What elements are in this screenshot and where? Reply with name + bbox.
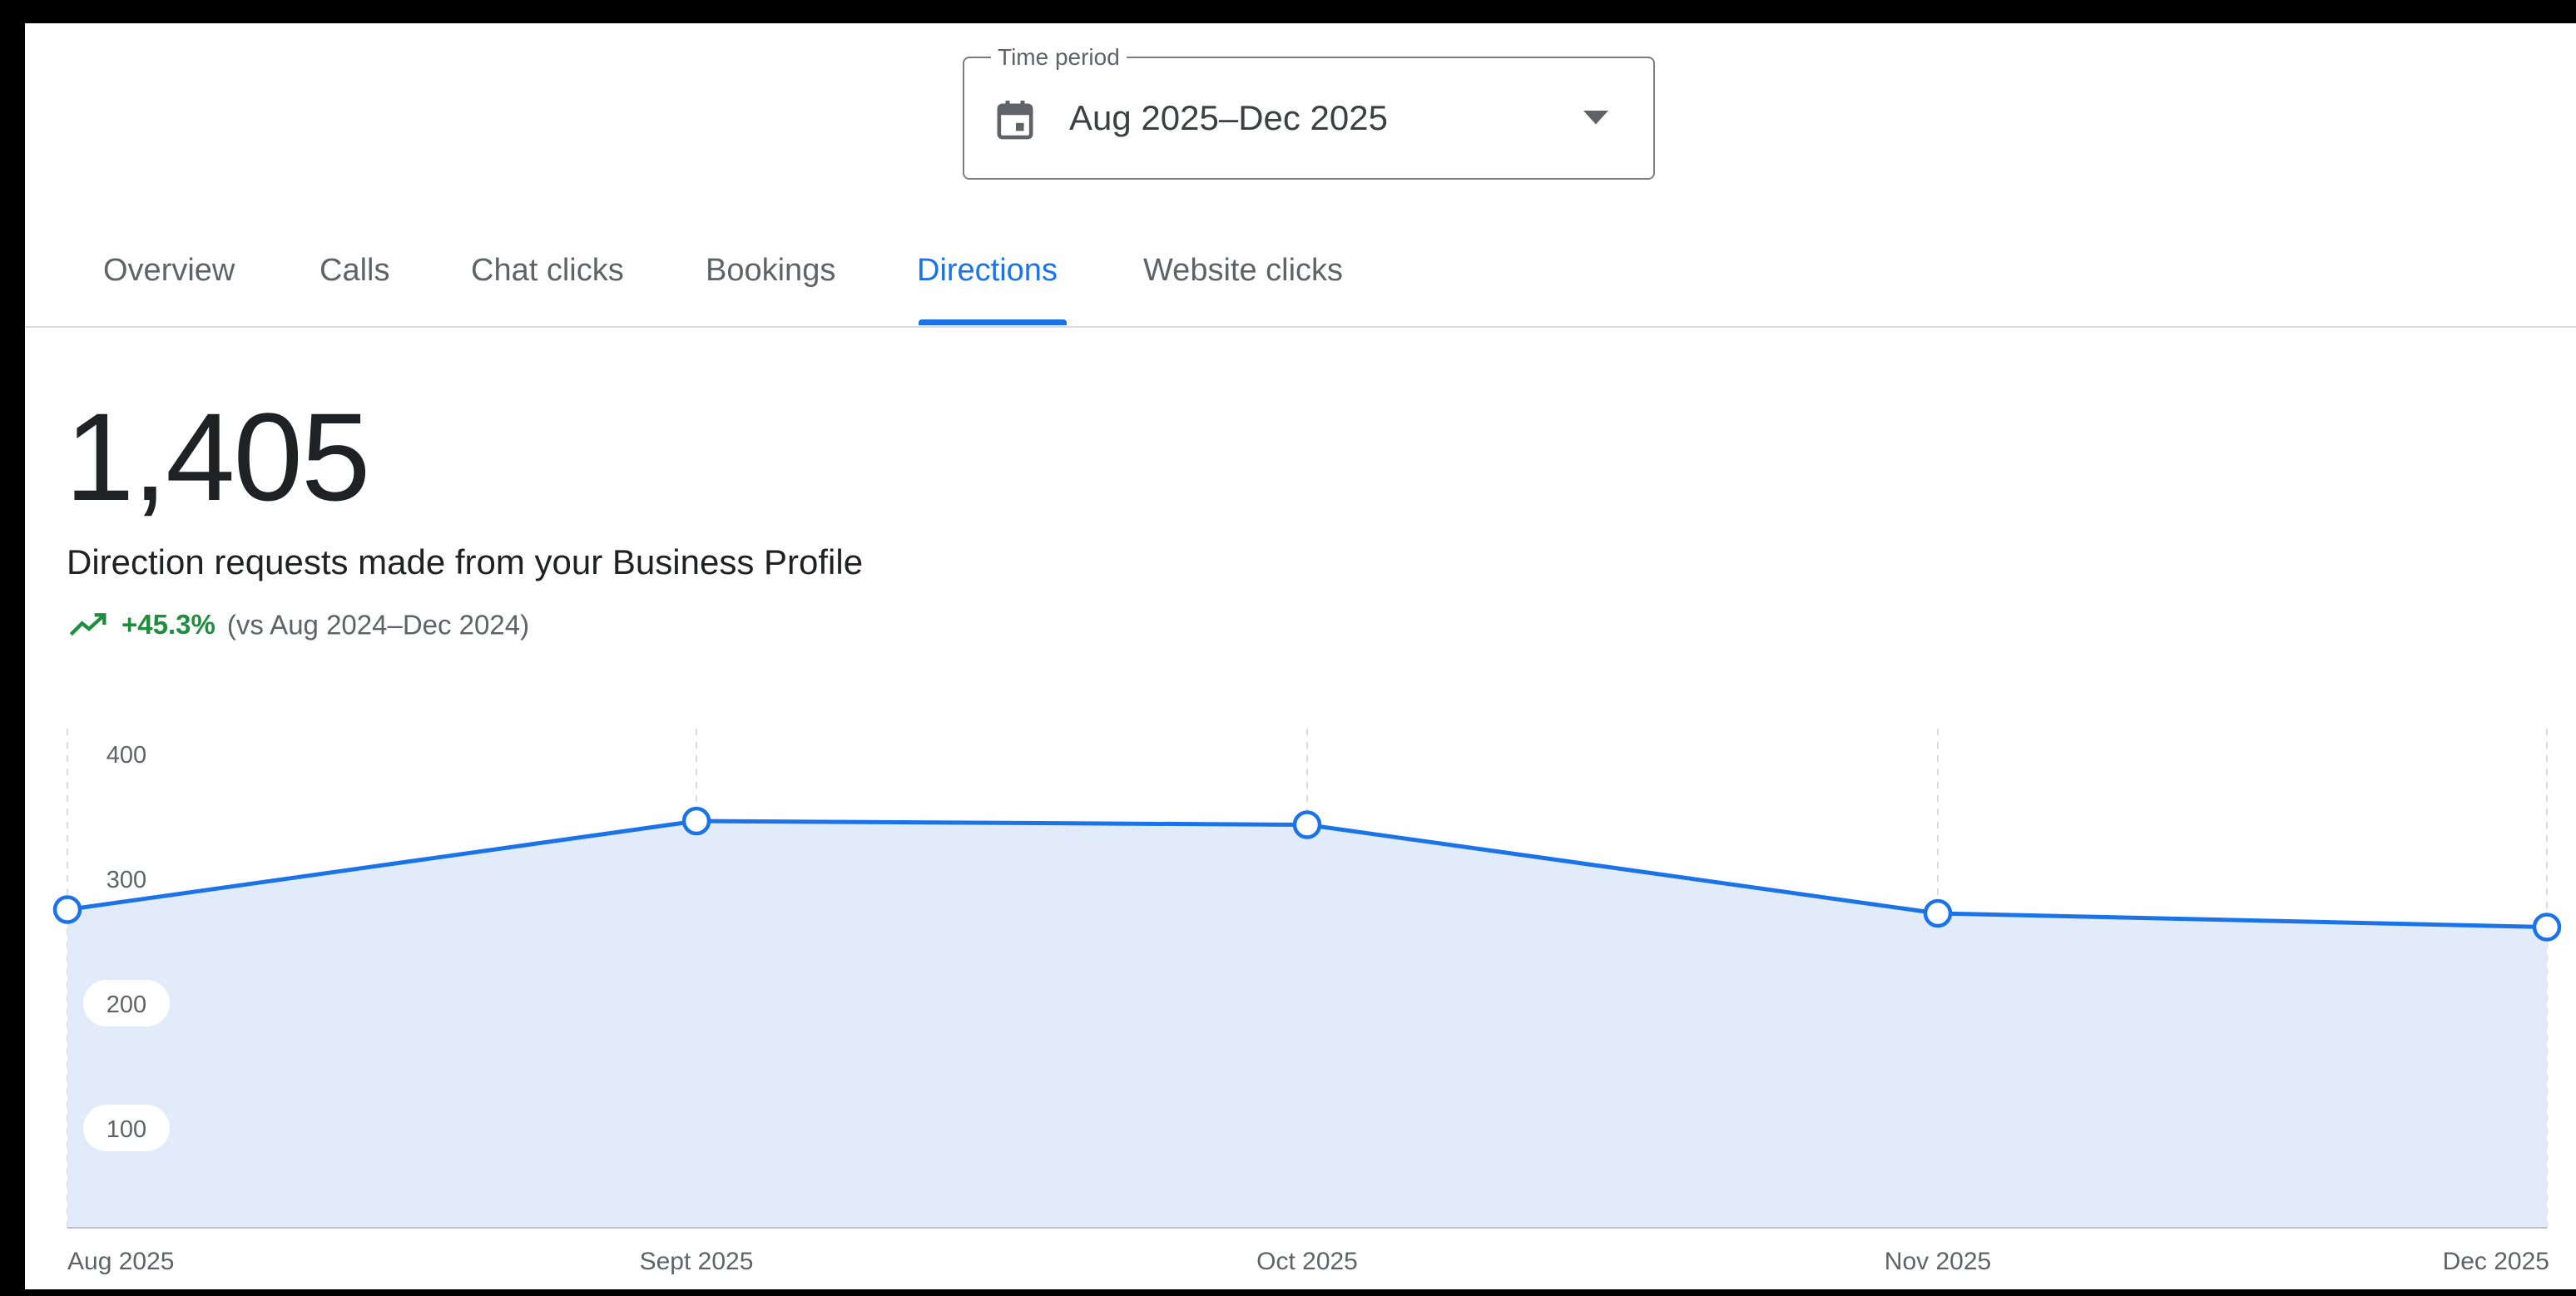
data-point	[2532, 913, 2562, 942]
x-tick-label: Nov 2025	[1885, 1248, 1991, 1275]
performance-panel: Time period Aug 2025–Dec 2025 Overview C…	[25, 23, 2576, 1289]
x-tick-label: Sept 2025	[640, 1248, 754, 1275]
x-tick-label: Aug 2025	[67, 1248, 174, 1275]
x-tick-label: Oct 2025	[1256, 1248, 1358, 1275]
directions-chart: 400 300 200 100 Aug 2025 Sept 2025 Oct 2025 Nov…	[52, 729, 2562, 1275]
data-point	[1923, 898, 1953, 928]
data-point	[681, 806, 711, 836]
data-point	[1292, 810, 1322, 839]
y-tick-label: 300	[107, 867, 146, 893]
y-tick-label: 400	[107, 742, 146, 769]
area-fill	[67, 821, 2547, 1228]
y-tick-label: 100	[107, 1116, 146, 1143]
y-tick-label: 200	[107, 992, 146, 1018]
data-point	[52, 895, 82, 924]
x-tick-label: Dec 2025	[2443, 1248, 2549, 1275]
